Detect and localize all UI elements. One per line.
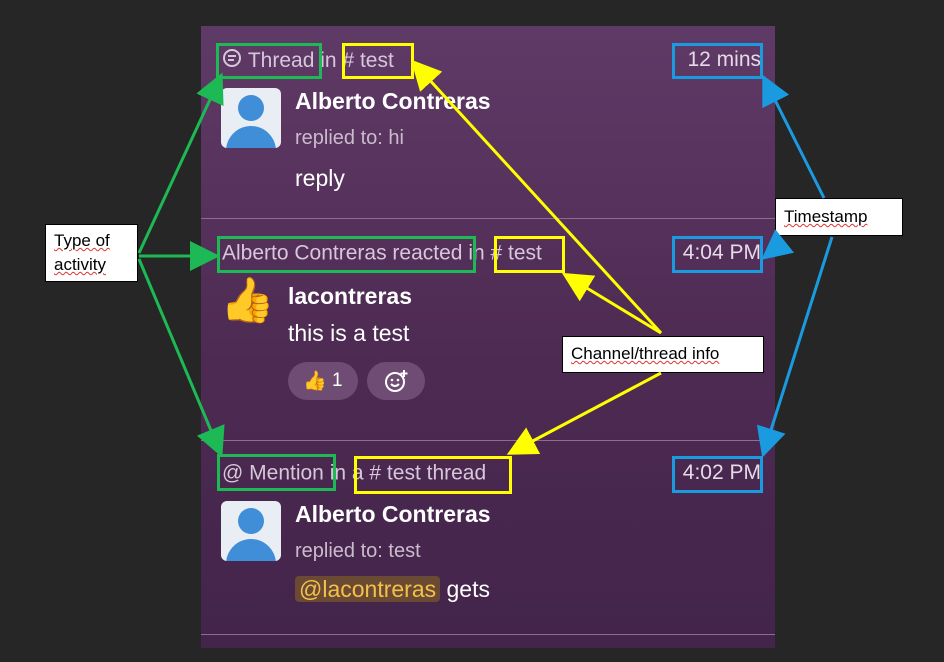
thumbs-up-emoji-icon: 👍: [220, 276, 275, 325]
thumbs-up-icon: 👍: [303, 371, 328, 392]
user-mention[interactable]: @lacontreras: [295, 576, 441, 602]
avatar[interactable]: [221, 501, 281, 561]
message-text: reply: [295, 165, 345, 191]
callout-text: Type of activity: [54, 231, 110, 274]
timestamp-callout: Timestamp: [775, 198, 903, 236]
activity-type-highlight: [216, 43, 322, 79]
message-rest: gets: [446, 576, 490, 602]
type-of-activity-callout: Type of activity: [45, 224, 138, 282]
timestamp-highlight: [672, 456, 763, 493]
callout-text: Channel/thread info: [571, 344, 720, 363]
message-text: this is a test: [288, 320, 410, 346]
channel-thread-info-callout: Channel/thread info: [562, 336, 764, 373]
add-reaction-button[interactable]: [367, 362, 425, 400]
reaction-count: 1: [332, 370, 343, 391]
divider: [201, 634, 775, 635]
activity-type-highlight: [217, 454, 336, 491]
replied-to: replied to: test: [295, 540, 421, 562]
author-name[interactable]: lacontreras: [288, 283, 412, 310]
in-text: in: [320, 49, 337, 72]
timestamp-highlight: [672, 236, 763, 273]
author-name[interactable]: Alberto Contreras: [295, 88, 491, 115]
reaction-pill[interactable]: 👍 1: [288, 362, 358, 400]
channel-highlight: [354, 456, 512, 494]
channel-highlight: [342, 43, 414, 79]
avatar[interactable]: [221, 88, 281, 148]
replied-to: replied to: hi: [295, 127, 404, 149]
activity-type-highlight: [217, 236, 476, 273]
author-name[interactable]: Alberto Contreras: [295, 501, 491, 528]
timestamp-highlight: [672, 43, 763, 79]
channel-highlight: [494, 236, 565, 273]
callout-text: Timestamp: [784, 207, 868, 226]
message-text: @lacontreras gets: [295, 576, 490, 603]
add-emoji-icon: [385, 370, 408, 392]
